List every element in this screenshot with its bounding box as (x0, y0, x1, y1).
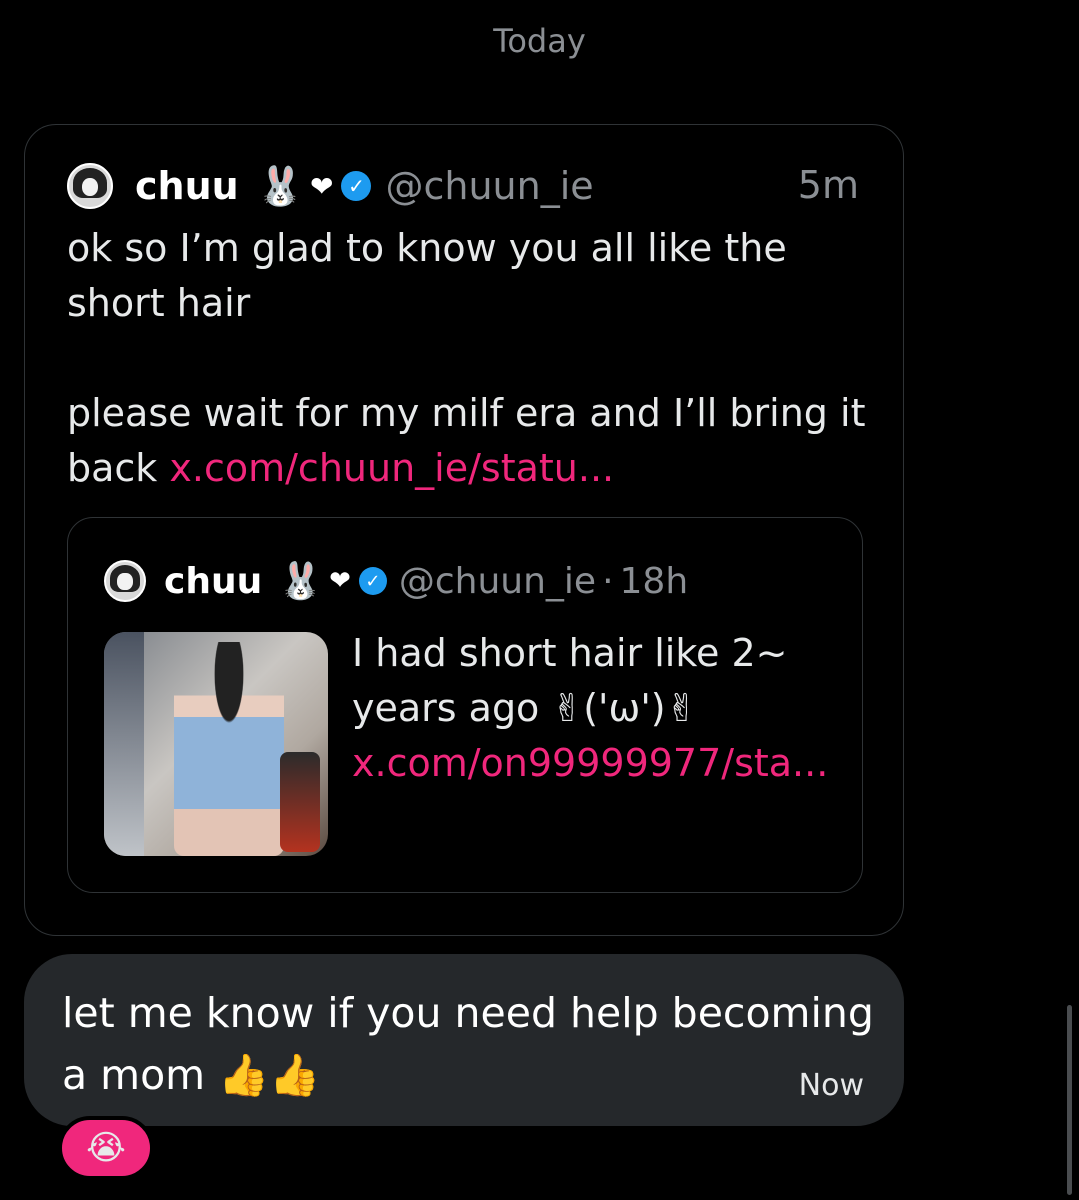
date-separator: Today (493, 22, 586, 60)
quoted-separator: · (602, 560, 614, 602)
tweet-time: 5m (797, 163, 859, 207)
reply-message-text: let me know if you need help becoming a … (62, 982, 882, 1106)
quoted-avatar[interactable] (104, 560, 146, 602)
quoted-heart-icon: ❤ (329, 566, 351, 596)
quoted-verified-badge-icon: ✓ (358, 567, 387, 595)
quoted-tweet-header: chuu 🐰 ❤ ✓ @chuun_ie · 18h (104, 556, 904, 606)
quoted-bunny-icon: 🐰 (278, 561, 324, 602)
thumbnail-object (280, 752, 320, 852)
tweet-text-1: ok so I’m glad to know you all like the … (67, 226, 787, 325)
tweet-link[interactable]: x.com/chuun_ie/statu... (169, 446, 614, 490)
quoted-time: 18h (619, 560, 689, 602)
quoted-media-thumbnail[interactable] (104, 632, 328, 856)
reaction-badge[interactable]: 😭 (58, 1116, 154, 1180)
quoted-tweet-body: I had short hair like 2~ years ago ✌('ω'… (352, 626, 832, 791)
crying-face-icon: 😭 (86, 1128, 126, 1168)
quoted-tweet[interactable]: chuu 🐰 ❤ ✓ @chuun_ie · 18h I had short h… (67, 517, 863, 893)
display-name[interactable]: chuu (135, 164, 239, 208)
thumbs-up-icons: 👍👍 (218, 1051, 321, 1099)
message-time: Now (798, 1068, 864, 1103)
tweet-body: ok so I’m glad to know you all like the … (67, 221, 877, 496)
avatar[interactable] (67, 163, 113, 209)
handle[interactable]: @chuun_ie (385, 164, 593, 208)
quoted-display-name[interactable]: chuu (164, 561, 262, 602)
dm-conversation: Today chuu 🐰 ❤ ✓ @chuun_ie 5m ok so I’m … (0, 0, 1079, 1200)
bunny-icon: 🐰 (256, 163, 305, 208)
tweet-header: chuu 🐰 ❤ ✓ @chuun_ie (67, 161, 867, 211)
scrollbar[interactable] (1067, 1005, 1072, 1195)
quoted-handle[interactable]: @chuun_ie (399, 561, 596, 602)
reply-text: let me know if you need help becoming a … (62, 989, 874, 1099)
shared-tweet-card[interactable]: chuu 🐰 ❤ ✓ @chuun_ie 5m ok so I’m glad t… (24, 124, 904, 936)
quoted-tweet-link[interactable]: x.com/on99999977/sta... (352, 736, 832, 791)
reply-message-bubble[interactable]: let me know if you need help becoming a … (24, 954, 904, 1126)
thumbnail-figure (174, 642, 284, 856)
heart-icon: ❤ (310, 169, 334, 203)
thumbnail-background (104, 632, 144, 856)
verified-badge-icon: ✓ (341, 171, 372, 201)
quoted-tweet-text: I had short hair like 2~ years ago ✌('ω'… (352, 631, 788, 730)
